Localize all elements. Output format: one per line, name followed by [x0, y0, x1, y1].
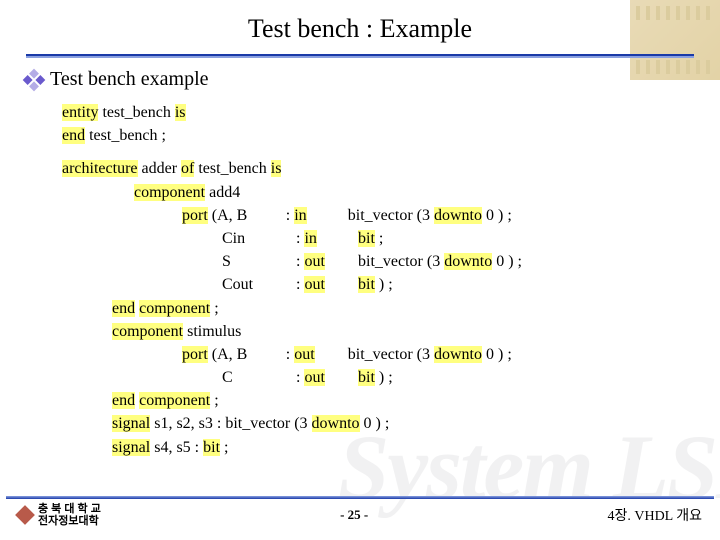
- kw-downto: downto: [434, 346, 482, 363]
- slide-content: Test bench : Example Test bench example …: [0, 0, 720, 540]
- port-cout: Cout: [222, 273, 292, 296]
- diamond-bullet-icon: [23, 68, 46, 91]
- slide-title: Test bench : Example: [26, 14, 694, 44]
- type-bv: bit_vector: [358, 253, 423, 270]
- range: (3: [417, 346, 430, 363]
- kw-in: in: [304, 230, 316, 247]
- kw-downto: downto: [434, 207, 482, 224]
- kw-is: is: [271, 160, 282, 177]
- kw-is: is: [175, 104, 186, 121]
- kw-port: port: [182, 207, 208, 224]
- kw-bit: bit: [358, 276, 375, 293]
- divider-top: [26, 54, 694, 56]
- kw-end: end: [112, 392, 135, 409]
- kw-component: component: [134, 184, 205, 201]
- type-bv: bit_vector: [348, 346, 413, 363]
- port-c: C: [222, 366, 292, 389]
- kw-component: component: [139, 300, 210, 317]
- kw-signal: signal: [112, 439, 150, 456]
- entity-name: test_bench: [102, 104, 170, 121]
- kw-port: port: [182, 346, 208, 363]
- kw-bit: bit: [358, 369, 375, 386]
- kw-architecture: architecture: [62, 160, 138, 177]
- sig1-end: 0 ) ;: [364, 415, 390, 432]
- comp2-name: stimulus: [187, 323, 241, 340]
- kw-downto: downto: [312, 415, 360, 432]
- kw-of: of: [181, 160, 194, 177]
- kw-bit: bit: [203, 439, 220, 456]
- port-s: S: [222, 250, 292, 273]
- kw-component: component: [139, 392, 210, 409]
- entity-name: test_bench: [198, 160, 266, 177]
- bit-close: ) ;: [379, 276, 393, 293]
- range: (3: [427, 253, 440, 270]
- kw-end: end: [62, 127, 85, 144]
- port-ab: (A, B: [212, 204, 282, 227]
- sig2-end: ;: [224, 439, 228, 456]
- bullet-row: Test bench example: [26, 68, 694, 91]
- kw-signal: signal: [112, 415, 150, 432]
- port-ab2: (A, B: [212, 343, 282, 366]
- bit-close: ) ;: [379, 369, 393, 386]
- bit-semi: ;: [379, 230, 383, 247]
- kw-out: out: [294, 346, 314, 363]
- kw-out: out: [304, 276, 324, 293]
- entity-name: test_bench: [89, 127, 157, 144]
- kw-end: end: [112, 300, 135, 317]
- kw-out: out: [304, 253, 324, 270]
- sig1-type: bit_vector: [225, 415, 290, 432]
- kw-in: in: [294, 207, 306, 224]
- type-bv: bit_vector: [348, 207, 413, 224]
- arch-name: adder: [142, 160, 178, 177]
- code-block: entity test_bench is end test_bench ; ar…: [62, 101, 694, 459]
- zero-close: 0 ) ;: [486, 207, 512, 224]
- bullet-text: Test bench example: [50, 68, 209, 91]
- range: (3: [417, 207, 430, 224]
- sig2-names: s4, s5 :: [154, 439, 199, 456]
- sig1-range: (3: [294, 415, 307, 432]
- sig1-names: s1, s2, s3 :: [154, 415, 221, 432]
- comp1-name: add4: [209, 184, 240, 201]
- kw-out: out: [304, 369, 324, 386]
- kw-bit: bit: [358, 230, 375, 247]
- port-cin: Cin: [222, 227, 292, 250]
- zero-close: 0 ) ;: [486, 346, 512, 363]
- kw-downto: downto: [444, 253, 492, 270]
- kw-component: component: [112, 323, 183, 340]
- zero-close: 0 ) ;: [496, 253, 522, 270]
- kw-entity: entity: [62, 104, 98, 121]
